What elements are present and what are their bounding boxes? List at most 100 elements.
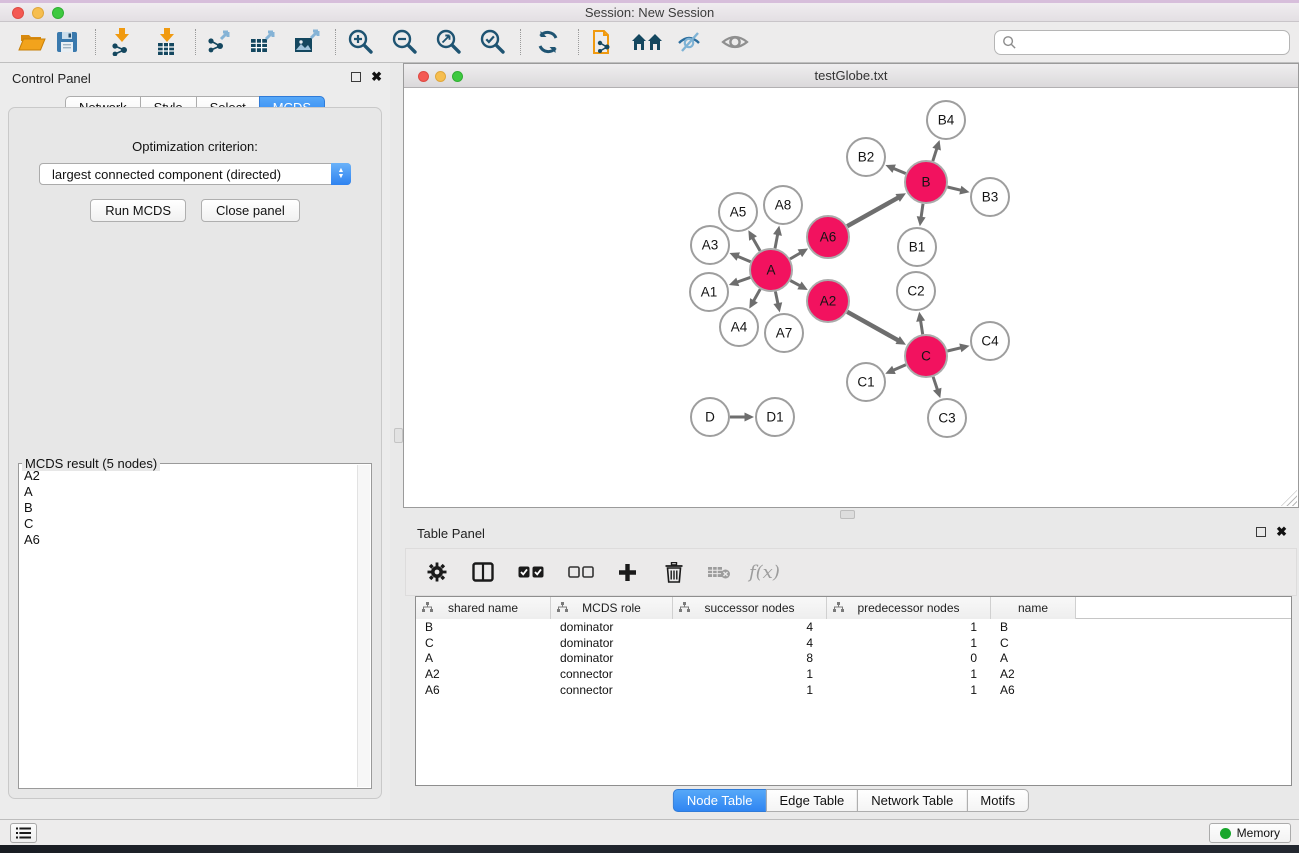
delete-column-trash-icon[interactable]: [659, 557, 689, 587]
edge-A-A1[interactable]: [737, 277, 750, 282]
cell[interactable]: A: [416, 651, 551, 665]
close-panel-button[interactable]: Close panel: [201, 199, 300, 222]
network-minimize-traffic-light[interactable]: [435, 71, 446, 82]
cell[interactable]: 1: [673, 667, 827, 681]
table-row[interactable]: Adominator80A: [416, 651, 1291, 667]
export-image-icon[interactable]: [291, 26, 323, 58]
network-canvas[interactable]: AA1A2A3A4A5A6A7A8BB1B2B3B4CC1C2C3C4DD1: [404, 88, 1298, 507]
export-table-icon[interactable]: [247, 26, 279, 58]
result-item[interactable]: A: [24, 484, 357, 500]
node-A7[interactable]: A7: [765, 314, 803, 352]
node-A6[interactable]: A6: [807, 216, 849, 258]
node-A3[interactable]: A3: [691, 226, 729, 264]
node-D[interactable]: D: [691, 398, 729, 436]
import-table-icon[interactable]: [151, 26, 183, 58]
node-B2[interactable]: B2: [847, 138, 885, 176]
cell[interactable]: A: [991, 651, 1076, 665]
edge-A-A5[interactable]: [753, 238, 760, 251]
network-graph[interactable]: AA1A2A3A4A5A6A7A8BB1B2B3B4CC1C2C3C4DD1: [404, 88, 1298, 507]
open-session-icon[interactable]: [16, 26, 48, 58]
node-B[interactable]: B: [905, 161, 947, 203]
column-layout-icon[interactable]: [468, 557, 498, 587]
cell[interactable]: 8: [673, 651, 827, 665]
tab-network-table[interactable]: Network Table: [857, 789, 967, 812]
memory-button[interactable]: Memory: [1209, 823, 1291, 843]
node-C4[interactable]: C4: [971, 322, 1009, 360]
node-C[interactable]: C: [905, 335, 947, 377]
edge-B-B4[interactable]: [933, 149, 937, 162]
network-close-traffic-light[interactable]: [418, 71, 429, 82]
result-item[interactable]: A6: [24, 532, 357, 548]
edge-B-B3[interactable]: [947, 187, 960, 190]
search-box[interactable]: [994, 30, 1290, 55]
cell[interactable]: 1: [827, 683, 991, 697]
settings-gear-icon[interactable]: [422, 557, 452, 587]
cell[interactable]: C: [991, 636, 1076, 650]
cell[interactable]: dominator: [551, 620, 673, 634]
hide-selected-icon[interactable]: [674, 26, 706, 58]
result-scrollbar[interactable]: [357, 465, 370, 787]
node-D1[interactable]: D1: [756, 398, 794, 436]
column-header-successor-nodes[interactable]: successor nodes: [673, 597, 827, 619]
horizontal-splitter-grip[interactable]: [840, 510, 855, 519]
deselect-all-checkboxes-icon[interactable]: [566, 557, 596, 587]
column-header-predecessor-nodes[interactable]: predecessor nodes: [827, 597, 991, 619]
node-B1[interactable]: B1: [898, 228, 936, 266]
cell[interactable]: dominator: [551, 636, 673, 650]
cell[interactable]: 0: [827, 651, 991, 665]
task-history-button[interactable]: [10, 823, 37, 843]
cell[interactable]: 4: [673, 636, 827, 650]
node-C1[interactable]: C1: [847, 363, 885, 401]
cell[interactable]: 1: [827, 667, 991, 681]
edge-A2-C[interactable]: [847, 312, 898, 341]
import-network-icon[interactable]: [106, 26, 138, 58]
tab-edge-table[interactable]: Edge Table: [765, 789, 858, 812]
search-input[interactable]: [1017, 35, 1282, 50]
edge-C-C1[interactable]: [894, 365, 906, 370]
cell[interactable]: 1: [827, 636, 991, 650]
delete-table-icon[interactable]: [704, 557, 734, 587]
table-row[interactable]: Bdominator41B: [416, 619, 1291, 635]
new-network-from-selection-icon[interactable]: [589, 26, 621, 58]
node-A5[interactable]: A5: [719, 193, 757, 231]
cell[interactable]: 1: [827, 620, 991, 634]
tab-node-table[interactable]: Node Table: [673, 789, 767, 812]
first-neighbors-icon[interactable]: [631, 26, 663, 58]
network-window-titlebar[interactable]: testGlobe.txt: [404, 64, 1298, 88]
cell[interactable]: A6: [416, 683, 551, 697]
edge-C-C4[interactable]: [947, 348, 960, 351]
add-column-icon[interactable]: [612, 557, 642, 587]
close-panel-icon[interactable]: ✖: [371, 72, 382, 82]
float-panel-icon[interactable]: [351, 72, 361, 82]
panel-splitter-grip[interactable]: [394, 428, 403, 443]
edge-A6-B[interactable]: [847, 198, 898, 227]
edge-C-C2[interactable]: [921, 321, 923, 335]
save-session-icon[interactable]: [51, 26, 83, 58]
result-item[interactable]: C: [24, 516, 357, 532]
node-B4[interactable]: B4: [927, 101, 965, 139]
tab-motifs[interactable]: Motifs: [966, 789, 1029, 812]
criterion-select[interactable]: largest connected component (directed) ▲…: [39, 163, 351, 185]
cell[interactable]: B: [416, 620, 551, 634]
cell[interactable]: A2: [991, 667, 1076, 681]
zoom-fit-icon[interactable]: [433, 26, 465, 58]
select-all-checkboxes-icon[interactable]: [516, 557, 546, 587]
edge-A-A6[interactable]: [790, 253, 800, 259]
cell[interactable]: 1: [673, 683, 827, 697]
cell[interactable]: A6: [991, 683, 1076, 697]
run-mcds-button[interactable]: Run MCDS: [90, 199, 186, 222]
export-network-icon[interactable]: [204, 26, 236, 58]
cell[interactable]: B: [991, 620, 1076, 634]
node-C3[interactable]: C3: [928, 399, 966, 437]
edge-A-A4[interactable]: [754, 289, 761, 301]
column-header-mcds-role[interactable]: MCDS role: [551, 597, 673, 619]
node-C2[interactable]: C2: [897, 272, 935, 310]
zoom-out-icon[interactable]: [389, 26, 421, 58]
function-builder-icon[interactable]: f(x): [749, 557, 780, 587]
result-item[interactable]: B: [24, 500, 357, 516]
edge-B-B1[interactable]: [921, 204, 923, 218]
edge-A-A2[interactable]: [790, 281, 800, 286]
float-table-panel-icon[interactable]: [1256, 527, 1266, 537]
cell[interactable]: C: [416, 636, 551, 650]
node-A2[interactable]: A2: [807, 280, 849, 322]
